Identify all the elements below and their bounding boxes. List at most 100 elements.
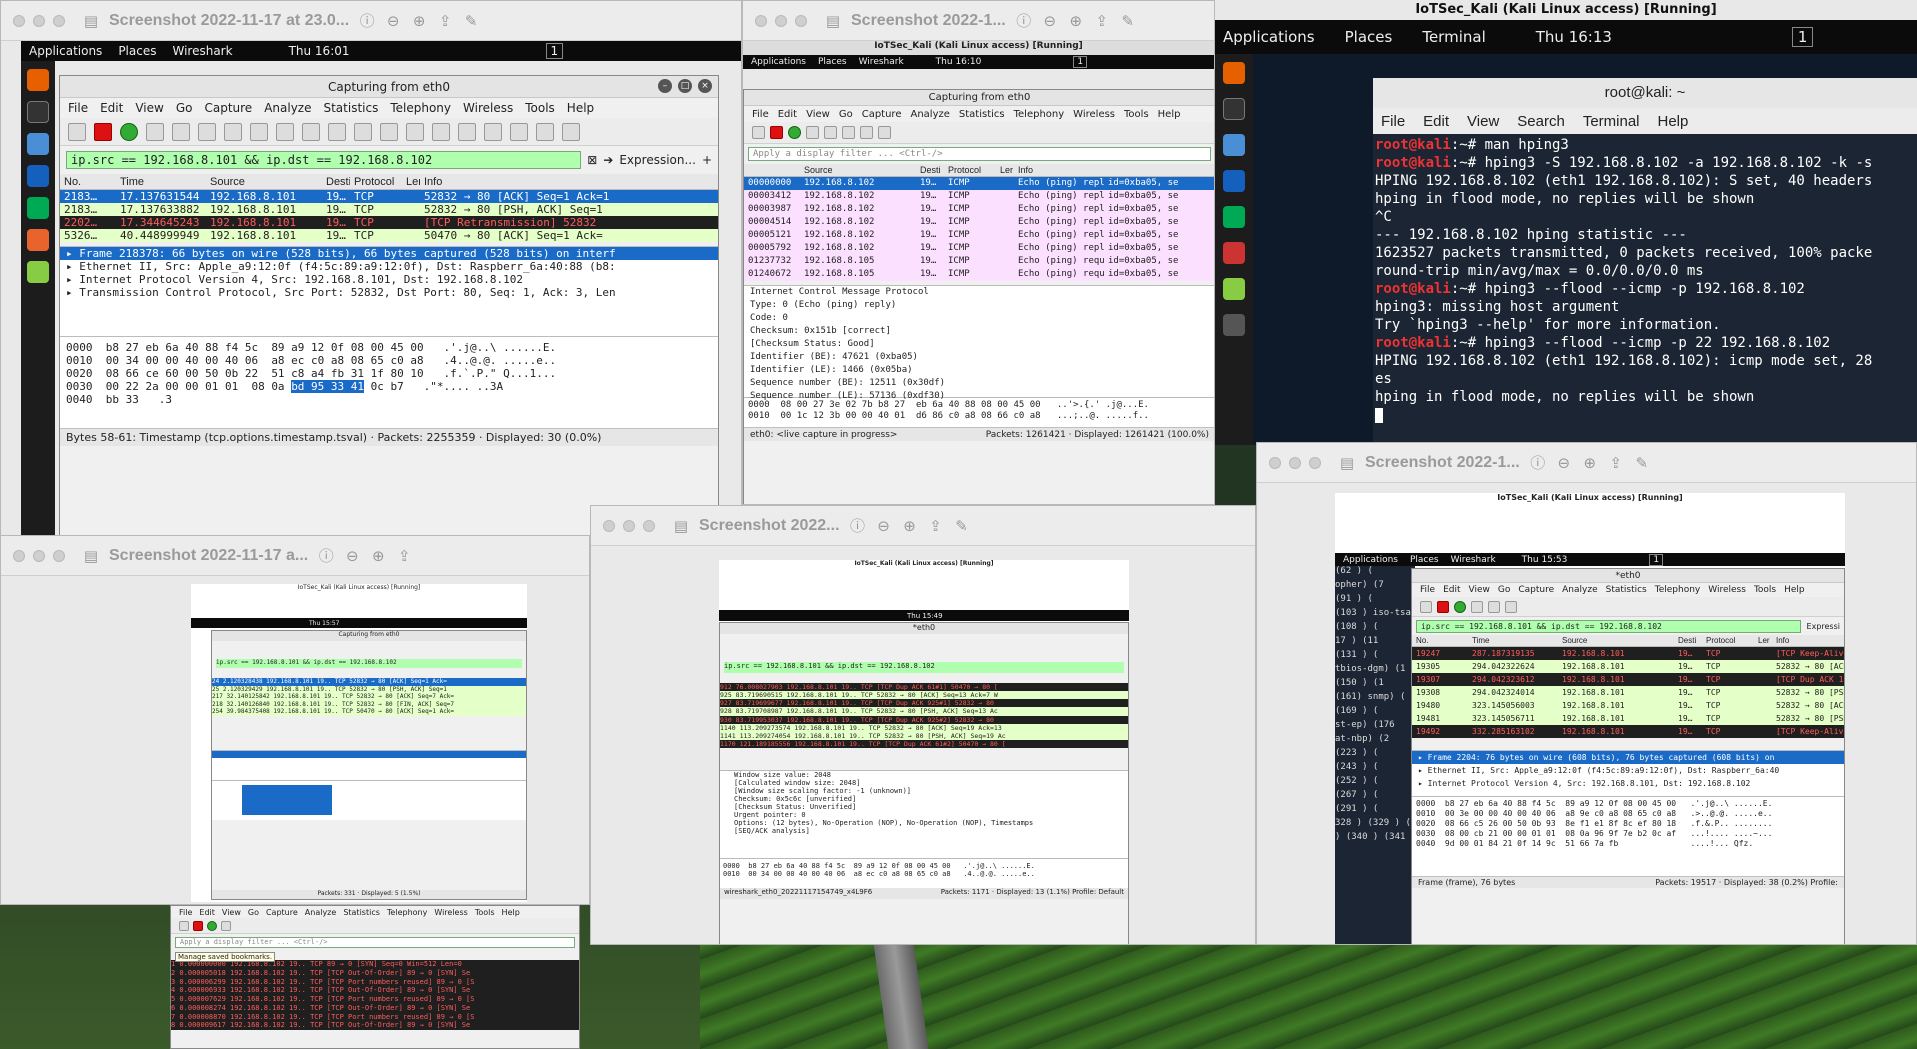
detail-line[interactable]: [SEQ/ACK analysis]	[734, 827, 1128, 835]
menu-item-capture[interactable]: Capture	[266, 908, 298, 917]
zoom-in-icon[interactable]	[878, 126, 891, 139]
zoom-out-icon[interactable]: ⊖	[1556, 455, 1572, 471]
active-app[interactable]: Terminal	[1422, 28, 1485, 46]
share-icon[interactable]: ⇪	[1094, 13, 1110, 29]
zoom-dot[interactable]	[53, 14, 65, 27]
table-row[interactable]: 25 2.120329429 192.168.8.101 19.. TCP 52…	[212, 685, 526, 693]
menu-item-wireless[interactable]: Wireless	[463, 101, 513, 115]
shark-fin-icon[interactable]	[68, 122, 86, 141]
wireshark-window[interactable]: Capturing from eth0 File Edit View Go Captur…	[743, 89, 1214, 504]
detail-line[interactable]: ▸ Ethernet II, Src: Apple_a9:12:0f (f4:5…	[1412, 764, 1844, 777]
armitage-icon[interactable]	[27, 197, 49, 219]
share-icon[interactable]: ⇪	[1608, 455, 1624, 471]
expression-button[interactable]: Expression...	[619, 153, 696, 167]
table-row[interactable]: 254 39.984375408 192.168.8.101 19.. TCP …	[212, 708, 526, 716]
table-row[interactable]: 5 0.000007629 192.168.8.102 19.. TCP [TC…	[171, 995, 579, 1004]
preview-window-5[interactable]: ▤ Screenshot 2022... ⓘ ⊖ ⊕ ⇪ ✎ IoTSec_Ka…	[590, 505, 1256, 945]
table-row[interactable]: 2183… 17.137631544 192.168.8.101 19… TCP 5283…	[60, 190, 718, 203]
restart-capture-icon[interactable]	[1454, 600, 1466, 613]
column-header[interactable]: Ler	[1754, 636, 1772, 645]
menu-item-edit[interactable]: Edit	[778, 109, 797, 120]
active-app[interactable]: Wireshark	[859, 57, 904, 67]
menu-item-view[interactable]: View	[1467, 113, 1499, 130]
display-filter-input[interactable]: Apply a display filter ... <Ctrl-/>	[175, 936, 575, 948]
markup-icon[interactable]: ✎	[1634, 455, 1650, 471]
applications-menu[interactable]: Applications	[1223, 28, 1315, 46]
open-icon[interactable]	[824, 126, 837, 139]
go-to-icon[interactable]	[354, 122, 372, 141]
menu-item-go[interactable]: Go	[248, 908, 259, 917]
menu-item-go[interactable]: Go	[1498, 585, 1510, 595]
table-row[interactable]: 19308 294.042324014 192.168.8.101 19… TCP 528…	[1412, 686, 1844, 699]
column-header[interactable]: Time	[1468, 636, 1558, 645]
detail-line[interactable]: Code: 0	[744, 312, 1214, 325]
menu-item-edit[interactable]: Edit	[100, 101, 123, 115]
column-header[interactable]: Ler	[996, 165, 1014, 175]
zoom-in-icon[interactable]: ⊕	[902, 518, 918, 534]
menu-item-view[interactable]: View	[222, 908, 241, 917]
share-icon[interactable]: ⇪	[396, 548, 412, 564]
workspace-indicator[interactable]: 1	[1649, 553, 1664, 566]
stop-capture-icon[interactable]	[1437, 600, 1449, 613]
find-icon[interactable]	[276, 122, 294, 141]
column-header[interactable]: Ler	[402, 176, 420, 188]
firefox-icon[interactable]	[27, 69, 49, 91]
table-row[interactable]: 00005792 192.168.8.102 19… ICMP Echo (ping) …	[744, 242, 1214, 255]
menu-item-telephony[interactable]: Telephony	[387, 908, 427, 917]
zoom-out-icon[interactable]: ⊖	[1042, 13, 1058, 29]
wireshark-window[interactable]: *eth0 ip.src == 192.168.8.101 && ip.dst …	[719, 622, 1129, 944]
capture-options-icon[interactable]	[146, 122, 164, 141]
autoscroll-icon[interactable]	[432, 122, 450, 141]
sidebar-icon[interactable]: ▤	[673, 518, 689, 534]
expression-button[interactable]: Expressi	[1807, 622, 1840, 631]
table-row[interactable]: 19305 294.042322624 192.168.8.101 19… TCP 528…	[1412, 660, 1844, 673]
info-icon[interactable]: ⓘ	[359, 13, 375, 29]
column-header[interactable]: Source	[800, 165, 916, 175]
zoom-out-icon[interactable]: ⊖	[385, 13, 401, 29]
table-row[interactable]: 00000000 192.168.8.102 19… ICMP Echo (ping) …	[744, 177, 1214, 190]
detail-line[interactable]: ▸ Ethernet II, Src: Apple_a9:12:0f (f4:5…	[60, 260, 718, 273]
preview-window-1[interactable]: ▤ Screenshot 2022-11-17 at 23.0... ⓘ ⊖ ⊕…	[0, 0, 742, 540]
metasploit-icon[interactable]	[27, 165, 49, 187]
wireshark-window[interactable]: Capturing from eth0 ip.src == 192.168.8.…	[211, 630, 527, 900]
restart-capture-icon[interactable]	[207, 920, 217, 931]
zoom-out-icon[interactable]: ⊖	[344, 548, 360, 564]
markup-icon[interactable]: ✎	[463, 13, 479, 29]
share-icon[interactable]: ⇪	[437, 13, 453, 29]
column-header[interactable]: Protocol	[944, 165, 996, 175]
applications-menu[interactable]: Applications	[751, 57, 806, 67]
wireshark-snippet-bottom[interactable]: File Edit View Go Capture Analyze Statistics Te…	[170, 905, 580, 1049]
detail-line[interactable]: Window size value: 2048	[734, 771, 1128, 779]
menu-item-search[interactable]: Search	[1517, 113, 1565, 130]
table-row[interactable]: 928 83.719708987 192.168.8.101 19.. TCP …	[720, 707, 1128, 716]
detail-line[interactable]: Options: (12 bytes), No-Operation (NOP),…	[734, 819, 1128, 827]
table-row[interactable]: 19307 294.042323612 192.168.8.101 19… TCP [TC…	[1412, 673, 1844, 686]
close-icon[interactable]: ×	[698, 79, 712, 93]
menu-item-help[interactable]: Help	[567, 101, 594, 115]
menu-item-edit[interactable]: Edit	[199, 908, 215, 917]
menu-item-file[interactable]: File	[1381, 113, 1405, 130]
column-header[interactable]: Info	[420, 176, 718, 188]
apps-grid-icon[interactable]	[1223, 314, 1245, 336]
table-row[interactable]: 01237732 192.168.8.105 19… ICMP Echo (ping) …	[744, 255, 1214, 268]
zoom-dot[interactable]	[1309, 456, 1321, 469]
sidebar-icon[interactable]: ▤	[825, 13, 841, 29]
menu-item-edit[interactable]: Edit	[1443, 585, 1460, 595]
table-row[interactable]: 925 83.719690515 192.168.8.101 19.. TCP …	[720, 691, 1128, 700]
detail-line[interactable]: [Window size scaling factor: -1 (unknown…	[734, 787, 1128, 795]
menu-item-analyze[interactable]: Analyze	[305, 908, 337, 917]
zoom-in-icon[interactable]	[484, 122, 502, 141]
minimize-dot[interactable]	[33, 549, 45, 562]
detail-line[interactable]: Checksum: 0x151b [correct]	[744, 325, 1214, 338]
table-row[interactable]: 00005121 192.168.8.102 19… ICMP Echo (ping) …	[744, 229, 1214, 242]
table-row[interactable]: 2183… 17.137633882 192.168.8.101 19… TCP 5283…	[60, 203, 718, 216]
info-icon[interactable]: ⓘ	[1530, 455, 1546, 471]
zoom-out-icon[interactable]	[510, 122, 528, 141]
preview-window-4[interactable]: ▤ Screenshot 2022-11-17 a... ⓘ ⊖ ⊕ ⇪ IoT…	[0, 535, 590, 905]
menu-item-statistics[interactable]: Statistics	[959, 109, 1005, 120]
menu-item-edit[interactable]: Edit	[1423, 113, 1449, 130]
menu-item-tools[interactable]: Tools	[475, 908, 495, 917]
metasploit-icon[interactable]	[1223, 170, 1245, 192]
table-row[interactable]: 19481 323.145056711 192.168.8.101 19… TCP 528…	[1412, 712, 1844, 725]
restart-capture-icon[interactable]	[788, 126, 801, 139]
